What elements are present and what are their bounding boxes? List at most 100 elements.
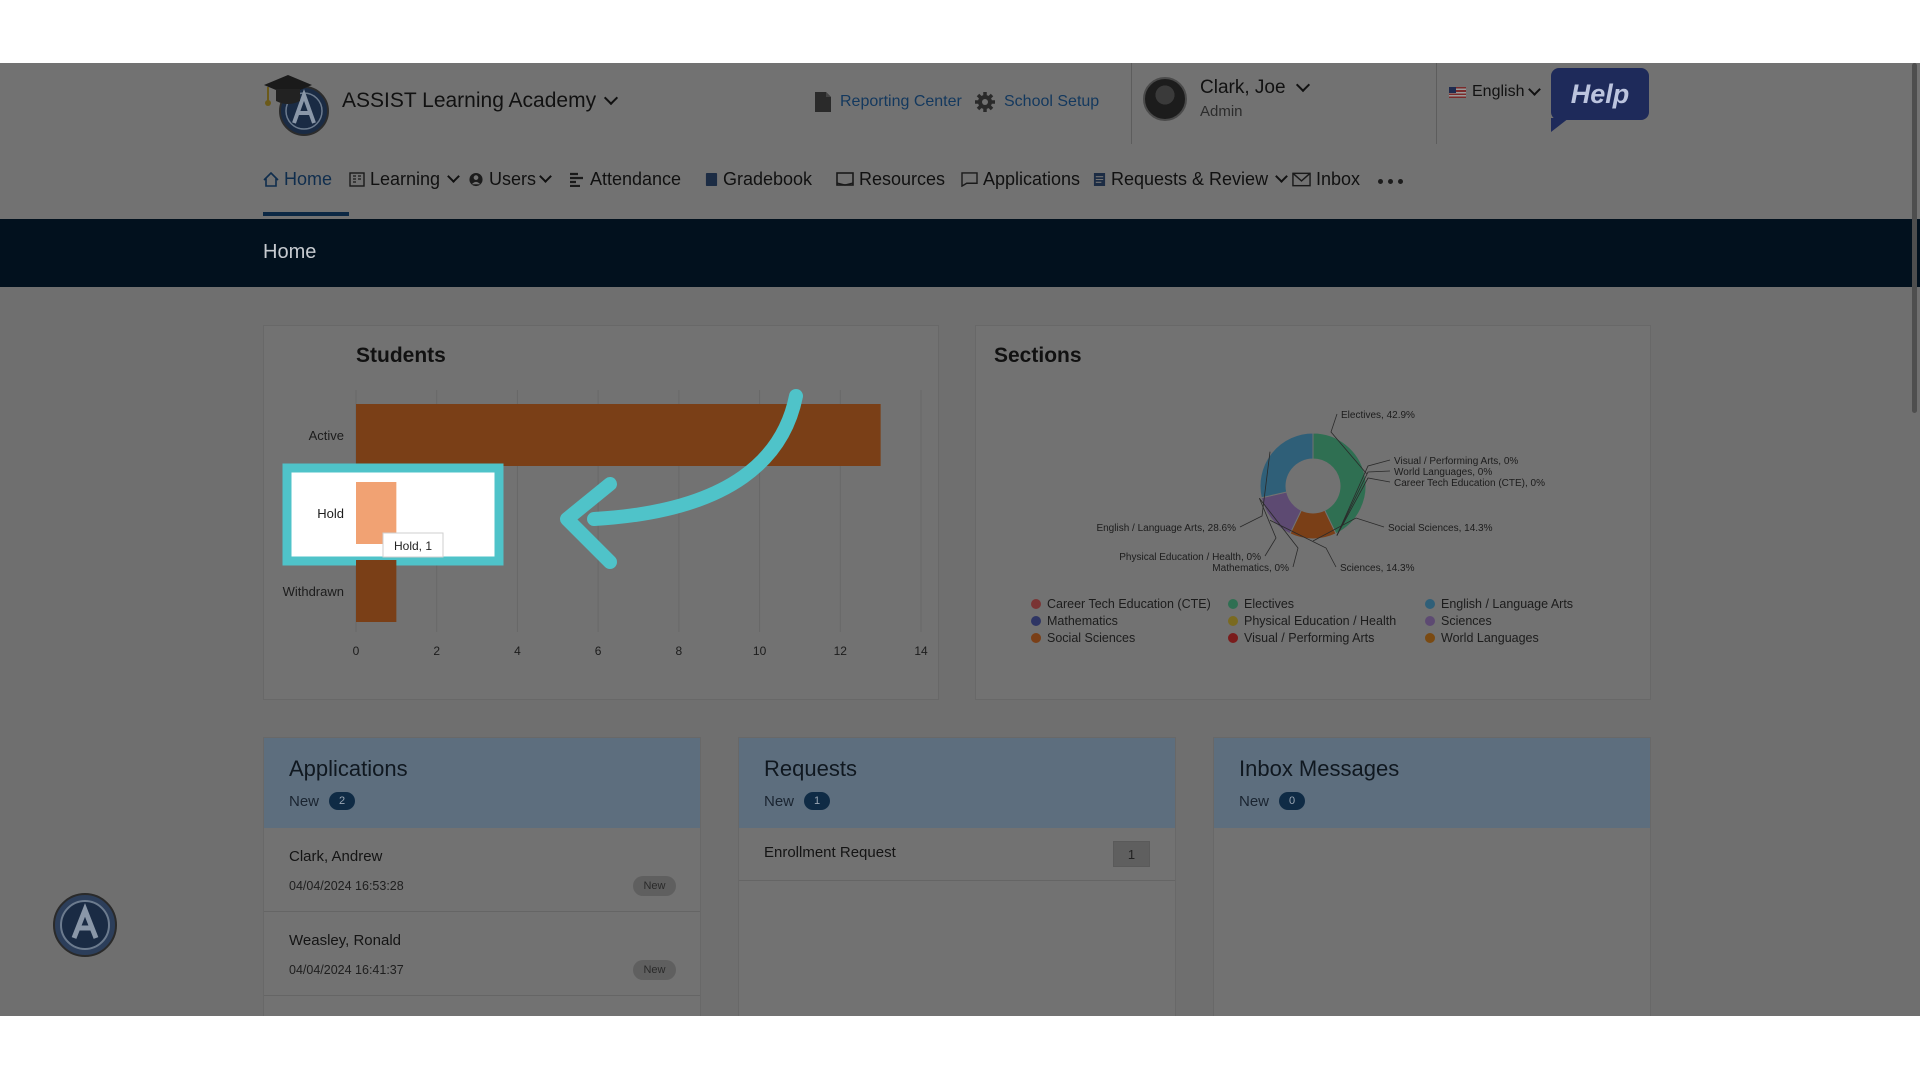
applications-new-count: 2	[329, 792, 356, 810]
school-logo-icon[interactable]	[262, 67, 332, 137]
y-category-label: Withdrawn	[283, 584, 344, 599]
slice-label: Social Sciences, 14.3%	[1388, 523, 1493, 534]
slice-label: Visual / Performing Arts, 0%	[1394, 456, 1518, 467]
inbox-card-header[interactable]: Inbox Messages New 0	[1214, 738, 1650, 828]
nav-learning[interactable]: Learning	[349, 169, 460, 190]
request-list-item[interactable]: Enrollment Request 1	[739, 828, 1175, 881]
legend-label: Electives	[1244, 597, 1294, 611]
chevron-down-icon	[604, 90, 619, 106]
x-tick-label: 6	[595, 644, 602, 658]
nav-applications-label: Applications	[983, 169, 1081, 189]
legend-swatch	[1425, 599, 1435, 609]
more-menu-icon[interactable]	[1378, 179, 1403, 184]
floating-logo-icon[interactable]	[52, 892, 118, 958]
inbox-new-summary: New 0	[1239, 792, 1306, 810]
nav-users[interactable]: Users	[468, 169, 552, 190]
user-avatar[interactable]	[1143, 77, 1187, 121]
page-title-band: Home	[0, 219, 1920, 287]
slice-label: Physical Education / Health, 0%	[1119, 552, 1261, 563]
x-tick-label: 8	[676, 644, 683, 658]
x-tick-label: 10	[753, 644, 767, 658]
students-bar-chart: 0 2 4 6 8 10 12 14 Active Hold Hold, 1 Withdrawn	[282, 389, 928, 658]
user-role: Admin	[1200, 103, 1243, 120]
user-name: Clark, Joe	[1200, 77, 1286, 98]
chevron-down-icon	[447, 170, 460, 183]
requests-icon	[1093, 173, 1106, 186]
legend-swatch	[1031, 599, 1041, 609]
reporting-center-label: Reporting Center	[840, 93, 962, 110]
inbox-new-count: 0	[1279, 792, 1306, 810]
nav-learning-label: Learning	[370, 169, 441, 189]
bar	[356, 404, 881, 466]
app-screen: ASSIST Learning Academy Reporting Center	[0, 63, 1920, 1016]
legend-swatch	[1425, 633, 1435, 643]
requests-title: Requests	[764, 756, 857, 781]
legend-label: Social Sciences	[1047, 631, 1135, 645]
x-tick-label: 12	[834, 644, 848, 658]
nav-resources-label: Resources	[859, 169, 946, 189]
nav-requests-review[interactable]: Requests & Review	[1093, 169, 1288, 190]
requests-card-header[interactable]: Requests New 1	[739, 738, 1175, 828]
resources-icon	[836, 172, 854, 186]
legend-swatch	[1031, 616, 1041, 626]
x-tick-label: 14	[914, 644, 928, 658]
chevron-down-icon	[539, 170, 552, 183]
request-name: Enrollment Request	[764, 844, 896, 861]
legend-label: English / Language Arts	[1441, 597, 1573, 611]
y-category-label: Active	[309, 428, 344, 443]
gradebook-icon	[705, 173, 718, 186]
user-menu[interactable]: Clark, Joe	[1200, 77, 1310, 99]
y-category-label: Hold	[317, 506, 344, 521]
reporting-center-link[interactable]: Reporting Center	[814, 91, 962, 113]
applicant-name: Clark, Andrew	[289, 848, 383, 865]
students-chart-panel: Students 0 2 4 6 8 10 12 14 Active Hold Hold, 1 Wit…	[263, 325, 939, 700]
inbox-messages-card: Inbox Messages New 0	[1213, 737, 1651, 1016]
language-selector[interactable]: English	[1449, 82, 1542, 101]
requests-new-count: 1	[804, 792, 831, 810]
chevron-down-icon	[1275, 170, 1288, 183]
us-flag-icon	[1449, 86, 1466, 98]
legend-swatch	[1425, 616, 1435, 626]
application-list-item[interactable]: Weasley, Ronald 04/04/2024 16:41:37 New	[264, 912, 700, 996]
requests-card: Requests New 1 Enrollment Request 1	[738, 737, 1176, 1016]
nav-home-label: Home	[284, 169, 333, 189]
application-date: 04/04/2024 16:53:28	[289, 879, 404, 893]
x-tick-label: 2	[433, 644, 440, 658]
requests-new-summary: New 1	[764, 792, 831, 810]
nav-inbox[interactable]: Inbox	[1292, 169, 1360, 190]
slice-label: Sciences, 14.3%	[1340, 563, 1415, 574]
school-selector[interactable]: ASSIST Learning Academy	[342, 89, 619, 113]
nav-resources[interactable]: Resources	[836, 169, 945, 190]
nav-attendance-label: Attendance	[590, 169, 682, 189]
nav-inbox-label: Inbox	[1316, 169, 1361, 189]
nav-gradebook[interactable]: Gradebook	[705, 169, 812, 190]
slice-label: English / Language Arts, 28.6%	[1096, 523, 1236, 534]
help-button[interactable]: Help	[1551, 68, 1649, 132]
chevron-down-icon	[1528, 82, 1542, 96]
header-divider	[1131, 63, 1132, 144]
x-tick-label: 0	[353, 644, 360, 658]
top-header: ASSIST Learning Academy Reporting Center	[0, 63, 1920, 144]
application-date: 04/04/2024 16:41:37	[289, 963, 404, 977]
home-icon	[263, 172, 279, 187]
legend-swatch	[1228, 633, 1238, 643]
nav-applications[interactable]: Applications	[961, 169, 1080, 190]
school-setup-link[interactable]: School Setup	[974, 91, 1099, 113]
applications-title: Applications	[289, 756, 408, 781]
bar	[356, 560, 397, 622]
page-scrollbar[interactable]	[1912, 63, 1917, 413]
nav-home[interactable]: Home	[263, 169, 332, 190]
school-name: ASSIST Learning Academy	[342, 89, 597, 112]
legend-swatch	[1228, 616, 1238, 626]
applications-new-label: New	[289, 792, 320, 810]
main-nav: Home Learning Users Attendance Gradebook…	[0, 144, 1920, 219]
nav-users-label: Users	[489, 169, 537, 189]
applications-card-header[interactable]: Applications New 2	[264, 738, 700, 828]
users-icon	[469, 172, 483, 187]
legend-label: Career Tech Education (CTE)	[1047, 597, 1211, 611]
legend-label: Visual / Performing Arts	[1244, 631, 1374, 645]
nav-attendance[interactable]: Attendance	[569, 169, 681, 190]
application-list-item[interactable]: Clark, Andrew 04/04/2024 16:53:28 New	[264, 828, 700, 912]
inbox-new-label: New	[1239, 792, 1270, 810]
learning-icon	[349, 172, 365, 187]
